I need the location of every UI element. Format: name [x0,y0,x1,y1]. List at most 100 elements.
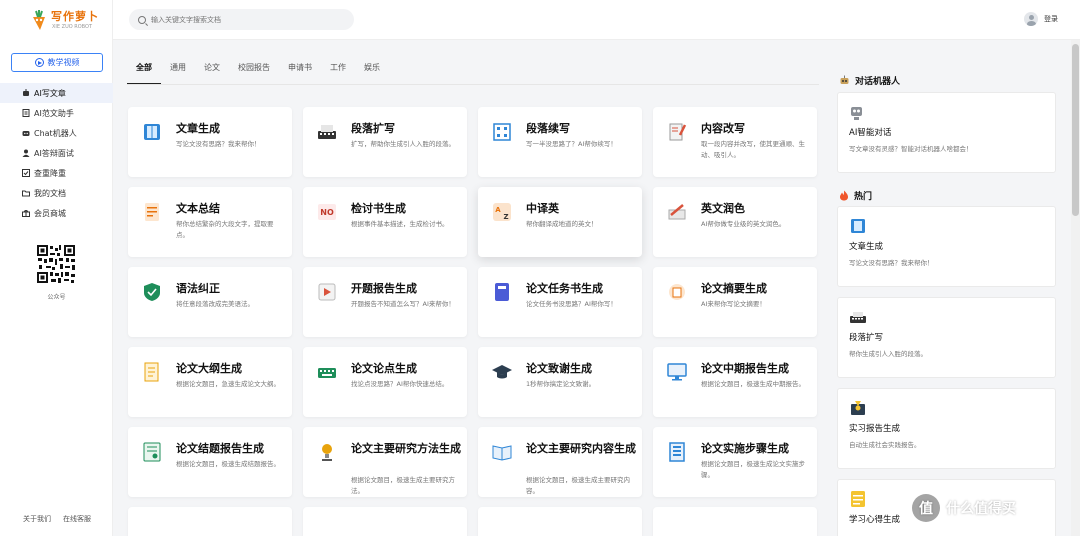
card-title: 段落扩写 [351,122,395,135]
about-us-link[interactable]: 关于我们 [23,514,51,524]
tool-card[interactable]: 论文主要研究方法生成 根据论文题目，极速生成主要研究方法。 [303,427,467,497]
tool-card[interactable]: 论文任务书生成 论文任务书没思路？AI帮你写！ [478,267,642,337]
no-icon: NO [318,204,336,220]
tool-card[interactable]: 开题报告生成开题报告不知道怎么写？AI来帮你！ [303,267,467,337]
login-label: 登录 [1044,15,1058,23]
card-title: 论文主要研究方法生成 [351,442,461,455]
card-title: 论文主要研究内容生成 [526,442,636,455]
hot-card-article[interactable]: 文章生成 写论文没有思路？我来帮你！ [837,206,1056,287]
sidebar-item-ai-writing[interactable]: AI写文章 [0,83,113,103]
card-title: 文章生成 [849,242,884,252]
card-description: 写论文没有思路？我来帮你！ [176,140,261,148]
chat-robot-section-title: 对话机器人 [839,74,900,87]
card-description: 写一半没思路了？AI帮你续写！ [526,140,617,148]
card-title: 内容改写 [701,122,745,135]
user-icon [22,149,30,157]
tool-card[interactable]: 论文论点生成 找论点没思路？AI帮你快速总结。 [303,347,467,417]
tool-card[interactable]: 论文中期报告生成 根据论文题目，极速生成中期报告。 [653,347,817,417]
tool-card[interactable]: 段落续写写一半没思路了？AI帮你续写！ [478,107,642,177]
card-description: AI来帮你写论文摘要！ [701,300,766,308]
sidebar: 写作萝卜 XIE ZUO ROBOT 教学视频 AI写文章 AI范文助手 Cha… [0,0,113,536]
card-title: 论文摘要生成 [701,282,767,295]
sidebar-item-label: Chat机器人 [34,128,77,138]
tool-card[interactable]: 论文摘要生成 AI来帮你写论文摘要！ [653,267,817,337]
svg-text:NO: NO [320,208,334,217]
card-description: 根据论文题目，极速生成中期报告。 [701,380,805,388]
tool-card[interactable]: 论文实施步骤生成 根据论文题目，极速生成论文实施步骤。 [653,427,817,497]
tool-card-partial[interactable] [303,507,467,536]
brand-logo[interactable]: 写作萝卜 XIE ZUO ROBOT [30,8,100,34]
card-title: 开题报告生成 [351,282,417,295]
tool-card-partial[interactable] [653,507,817,536]
tab-entertainment[interactable]: 娱乐 [355,58,389,84]
grid-icon [493,123,511,141]
sidebar-item-my-documents[interactable]: 我的文档 [0,183,113,203]
tool-card[interactable]: 论文致谢生成 1秒帮你搞定论文致谢。 [478,347,642,417]
card-title: 段落续写 [526,122,570,135]
card-title: 学习心得生成 [849,515,901,525]
sidebar-item-ai-essay-helper[interactable]: AI范文助手 [0,103,113,123]
sidebar-item-label: 查重降重 [34,168,66,178]
tool-card[interactable]: 论文主要研究内容生成根据论文题目，极速生成主要研究内容。 [478,427,642,497]
right-panel: 对话机器人 AI智能对话 写文章没有灵感？智能对话机器人啥都会！ 热门 文章生成… [837,40,1057,536]
tool-card[interactable]: 内容改写 取一段内容并改写，使其更通顺、生动、吸引人。 [653,107,817,177]
card-description: 开题报告不知道怎么写？AI来帮你！ [351,300,455,308]
tool-card[interactable]: 语法纠正 将任意段落改成完美语法。 [128,267,292,337]
shield-icon [144,283,160,301]
card-title: 实习报告生成 [849,424,901,434]
steps-icon [669,442,685,462]
tool-card[interactable]: 文章生成 写论文没有思路？我来帮你！ [128,107,292,177]
search-icon [138,15,146,24]
tutorial-video-button[interactable]: 教学视频 [11,53,103,72]
tool-card[interactable]: 英文润色 AI帮你做专业级的英文润色。 [653,187,817,257]
sidebar-item-member-store[interactable]: 会员商城 [0,203,113,223]
tab-application[interactable]: 申请书 [279,58,321,84]
sidebar-item-chat-bot[interactable]: Chat机器人 [0,123,113,143]
folder-icon [22,190,30,197]
tab-paper[interactable]: 论文 [195,58,229,84]
gift-icon [22,210,30,217]
play-icon [34,58,44,67]
hot-card-paragraph-expand[interactable]: 段落扩写 帮你生成引人入胜的段落。 [837,297,1056,378]
certificate-icon [143,442,161,462]
tab-work[interactable]: 工作 [321,58,355,84]
tool-card[interactable]: 段落扩写扩写，帮助你生成引人入胜的段落。 [303,107,467,177]
card-description: 扩写，帮助你生成引人入胜的段落。 [351,140,455,148]
notebook-icon [495,283,509,301]
card-description: 找论点没思路？AI帮你快速总结。 [351,380,449,388]
sidebar-item-plagiarism-check[interactable]: 查重降重 [0,163,113,183]
sidebar-nav: AI写文章 AI范文助手 Chat机器人 AI答辩面试 查重降重 我的文档 会员… [0,83,113,223]
watermark: 值 什么值得买 [912,494,1016,522]
tab-campus-report[interactable]: 校园报告 [229,58,279,84]
pen-paper-icon [668,204,686,220]
tabs-divider [127,84,819,85]
tool-card[interactable]: A Z 中译英 帮你翻译成地道的英文！ [478,187,642,257]
online-support-link[interactable]: 在线客服 [63,514,91,524]
tool-card[interactable]: 论文结题报告生成 根据论文题目，极速生成结题报告。 [128,427,292,497]
chat-robot-icon [851,107,862,120]
translate-icon: AZ [493,203,511,221]
tool-card[interactable]: 文本总结 帮你总结繁杂的大段文字，提取要点。 [128,187,292,257]
book-icon [851,219,865,233]
card-title: 论文结题报告生成 [176,442,264,455]
card-description: 写文章没有灵感？智能对话机器人啥都会！ [849,145,973,153]
search-bar[interactable] [129,9,354,30]
tool-card[interactable]: NO 检讨书生成 根据事件基本描述，生成检讨书。 [303,187,467,257]
tool-card-partial[interactable] [478,507,642,536]
login-button[interactable]: 登录 [1024,12,1058,26]
search-input[interactable] [151,15,341,24]
card-description: 根据论文题目，极速生成主要研究内容。 [526,476,630,495]
tool-card-partial[interactable] [128,507,292,536]
card-description: 1秒帮你搞定论文致谢。 [526,380,596,388]
card-title: AI智能对话 [849,128,892,138]
scrollbar-thumb[interactable] [1072,44,1079,216]
tab-general[interactable]: 通用 [161,58,195,84]
main-content: 全部 通用 论文 校园报告 申请书 工作 娱乐 文章生成 写论文没有思路？我来帮你… [113,40,825,536]
page-scrollbar[interactable] [1071,40,1080,536]
sidebar-item-ai-interview[interactable]: AI答辩面试 [0,143,113,163]
tab-all[interactable]: 全部 [127,58,161,85]
document-icon [22,109,30,117]
tool-card[interactable]: 论文大纲生成 根据论文题目，急速生成论文大纲。 [128,347,292,417]
hot-card-internship-report[interactable]: 实习报告生成 自动生成社会实践报告。 [837,388,1056,469]
ai-chat-card[interactable]: AI智能对话 写文章没有灵感？智能对话机器人啥都会！ [837,92,1056,173]
